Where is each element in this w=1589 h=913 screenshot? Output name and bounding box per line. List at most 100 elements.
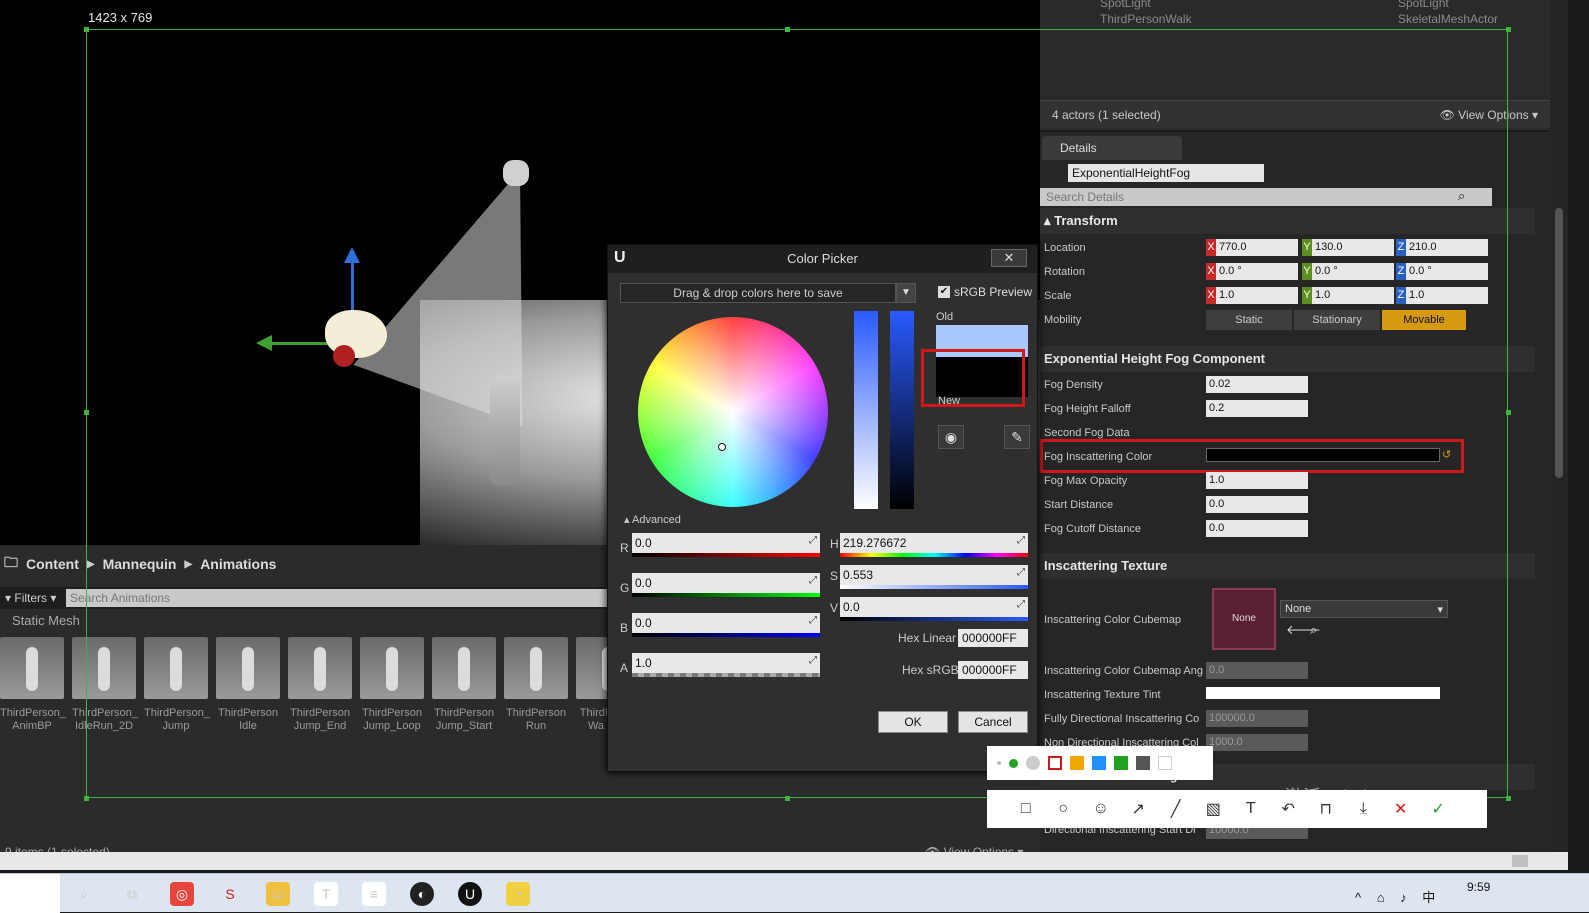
color-wheel[interactable] [638,317,828,507]
texture-tint-swatch[interactable] [1206,687,1440,699]
color-swatch-gray[interactable] [1136,756,1150,770]
unreal-icon[interactable]: U [458,882,482,906]
ellipse-tool-icon[interactable]: ○ [1045,800,1083,818]
section-inscattering-texture[interactable]: Inscattering Texture [1040,553,1535,579]
cancel-button[interactable]: Cancel [958,711,1028,733]
start-button[interactable] [0,874,60,913]
start-distance-field[interactable]: 0.0 [1206,496,1308,513]
pin-icon[interactable]: ⊓ [1307,799,1345,819]
pen-tool-icon[interactable]: ╱ [1157,799,1195,819]
rectangle-tool-icon[interactable]: □ [1007,800,1045,818]
scale-z-field[interactable]: 1.0 [1406,287,1488,304]
srgb-preview-toggle[interactable]: ✔ sRGB Preview [938,285,1032,299]
eyedropper-icon[interactable]: ✎ [1004,425,1030,449]
details-scrollbar[interactable] [1550,0,1568,870]
rotation-x-field[interactable]: 0.0 ° [1216,263,1298,280]
tab-details[interactable]: Details [1042,136,1182,160]
color-swatch-green[interactable] [1114,756,1128,770]
hue-field[interactable]: 219.276672 ⤢ [840,533,1028,553]
blue-field[interactable]: 0.0 ⤢ [632,613,820,633]
confirm-check-icon[interactable]: ✓ [1420,799,1458,819]
hex-srgb-field[interactable]: 000000FF [958,661,1028,679]
details-search-input[interactable]: Search Details [1040,188,1492,206]
selection-handle[interactable] [1506,27,1511,32]
rotation-z-field[interactable]: 0.0 ° [1406,263,1488,280]
asset-tile[interactable]: ThirdPerson_ AnimBP [0,637,66,733]
red-field[interactable]: 0.0 ⤢ [632,533,820,553]
text-editor-icon[interactable]: T [314,882,338,906]
checkbox-checked-icon[interactable]: ✔ [938,286,950,298]
saturation-slider[interactable] [854,311,878,509]
section-fog-component[interactable]: Exponential Height Fog Component [1040,346,1535,372]
download-icon[interactable]: ⤓ [1345,800,1383,818]
asset-tile[interactable]: ThirdPerson Jump_Loop [360,637,424,733]
mobility-stationary-button[interactable]: Stationary [1294,310,1380,330]
selection-handle[interactable] [84,27,89,32]
scale-y-field[interactable]: 1.0 [1312,287,1394,304]
location-z-field[interactable]: 210.0 [1406,239,1488,256]
browse-asset-icon[interactable]: ⌕ [1310,622,1317,638]
scale-x-field[interactable]: 1.0 [1216,287,1298,304]
outliner-row[interactable]: ThirdPersonWalk [1100,12,1192,26]
emoji-tool-icon[interactable]: ☺ [1082,800,1120,818]
hex-linear-field[interactable]: 000000FF [958,629,1028,647]
pen-size-medium-icon[interactable] [1009,758,1018,768]
color-swatch-red[interactable] [1048,756,1062,770]
location-y-field[interactable]: 130.0 [1312,239,1394,256]
saved-colors-drop-area[interactable]: Drag & drop colors here to save [620,283,896,303]
non-directional-field[interactable]: 1000.0 [1206,734,1308,751]
notepad-icon[interactable]: ≡ [362,882,386,906]
asset-tile[interactable]: ThirdPerson_ IdleRun_2D [72,637,138,733]
outliner-view-options-button[interactable]: 👁 View Options ▾ [1440,108,1538,122]
arrow-tool-icon[interactable]: ↗ [1120,799,1158,819]
selection-handle[interactable] [84,796,89,801]
prop-rotation-label[interactable]: Rotation [1044,266,1085,278]
cubemap-angle-field[interactable]: 0.0 [1206,662,1308,679]
rotation-y-field[interactable]: 0.0 ° [1312,263,1394,280]
pen-size-small-icon[interactable] [997,761,1001,765]
horizontal-scrollbar[interactable] [0,852,1568,870]
color-themes-icon[interactable]: ◉ [938,425,964,449]
mosaic-tool-icon[interactable]: ▧ [1195,799,1233,819]
selection-handle[interactable] [785,796,790,801]
scrollbar-thumb[interactable] [1512,855,1528,867]
breadcrumb-item[interactable]: Content [26,556,79,572]
search-animations-input[interactable]: Search Animations [66,589,620,607]
asset-tile[interactable]: ThirdPerson Jump_End [288,637,352,733]
cubemap-thumbnail[interactable]: None [1212,588,1276,650]
prop-scale-label[interactable]: Scale [1044,290,1072,302]
fog-falloff-field[interactable]: 0.2 [1206,400,1308,417]
color-swatch-blue[interactable] [1092,756,1106,770]
fog-max-opacity-field[interactable]: 1.0 [1206,472,1308,489]
mannequin-actor[interactable] [490,375,520,485]
selection-handle[interactable] [84,410,89,415]
green-field[interactable]: 0.0 ⤢ [632,573,820,593]
actor-name-field[interactable]: ExponentialHeightFog [1068,164,1264,182]
unity-icon[interactable]: ◐ [410,882,434,906]
app-s-icon[interactable]: S [218,882,242,906]
spotlight-actor[interactable] [503,160,529,186]
search-icon[interactable]: ⌕ [1458,188,1465,204]
ok-button[interactable]: OK [878,711,948,733]
capture-app-icon[interactable]: ◔ [506,882,530,906]
chrome-icon[interactable]: ◎ [170,882,194,906]
cubemap-asset-dropdown[interactable]: None ▾ [1280,600,1448,618]
close-button[interactable]: ✕ [991,249,1027,267]
gizmo-y-arrow-icon[interactable] [256,335,272,351]
breadcrumb-item[interactable]: Animations [200,556,276,572]
section-transform[interactable]: ▴ Transform [1040,208,1535,234]
mobility-movable-button[interactable]: Movable [1382,310,1466,330]
text-tool-icon[interactable]: T [1232,800,1270,818]
asset-tile[interactable]: ThirdPerson Idle [216,637,280,733]
file-explorer-icon[interactable]: ▭ [266,882,290,906]
asset-tile[interactable]: ThirdPerson_ Jump [144,637,210,733]
breadcrumb-item[interactable]: Mannequin [103,556,177,572]
selection-handle[interactable] [1506,410,1511,415]
location-x-field[interactable]: 770.0 [1216,239,1298,256]
fog-density-field[interactable]: 0.02 [1206,376,1308,393]
search-icon[interactable]: ⌕ [72,882,96,906]
chevron-down-icon[interactable]: ▼ [896,283,916,303]
system-tray[interactable]: ^ ⌂ ♪ 中 [1355,887,1441,906]
cancel-icon[interactable]: ✕ [1382,799,1420,819]
saturation-field[interactable]: 0.553 ⤢ [840,565,1028,585]
